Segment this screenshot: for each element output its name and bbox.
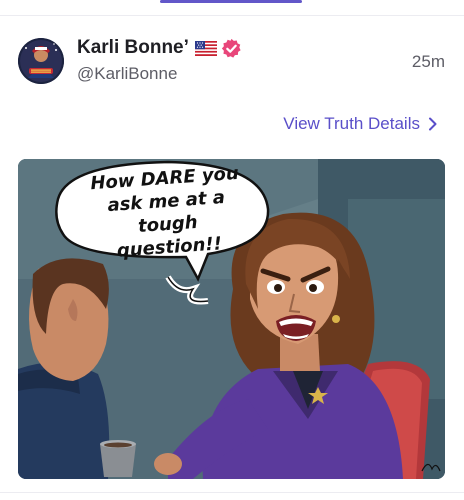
- view-truth-details-label[interactable]: View Truth Details: [283, 114, 420, 134]
- author-display-name[interactable]: Karli Bonne’: [77, 37, 189, 59]
- verified-badge-icon: [221, 38, 241, 58]
- post-media-image[interactable]: How DARE you ask me at a tough question!…: [18, 159, 445, 479]
- speech-bubble-text: How DARE you ask me at a tough question!…: [89, 162, 240, 262]
- avatar[interactable]: [18, 38, 64, 84]
- post-divider: [0, 492, 464, 493]
- author-handle[interactable]: @KarliBonne: [77, 64, 177, 84]
- active-tab-indicator: [160, 0, 302, 3]
- post-timestamp: 25m: [411, 52, 445, 71]
- truth-post-view: Karli Bonne’ @KarliBonne 25m View Truth …: [0, 0, 464, 500]
- header-divider: [0, 15, 464, 16]
- avatar-image: [18, 38, 64, 84]
- chevron-right-icon: [429, 117, 437, 131]
- author-name-row[interactable]: Karli Bonne’: [77, 37, 242, 59]
- us-flag-icon: [194, 40, 217, 56]
- view-truth-details-link[interactable]: View Truth Details: [283, 114, 438, 134]
